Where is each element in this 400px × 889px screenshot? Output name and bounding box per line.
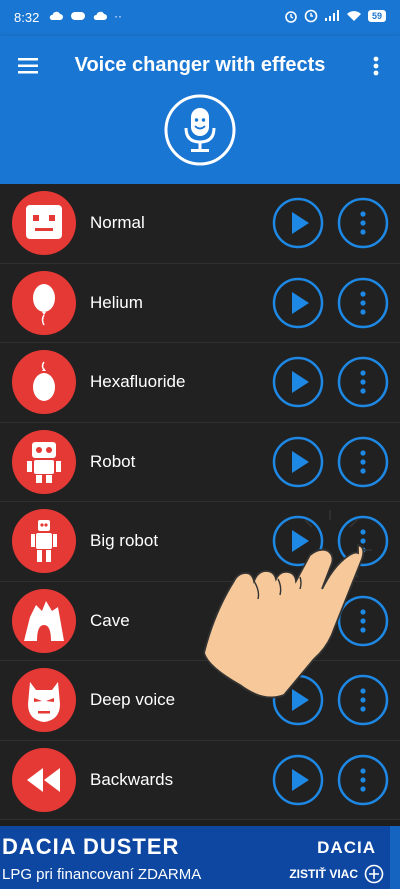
record-microphone-button[interactable] — [164, 94, 236, 166]
deep-voice-mask-icon — [12, 668, 76, 732]
play-button[interactable] — [272, 674, 324, 726]
normal-face-icon — [12, 191, 76, 255]
status-system-icons: 59 — [284, 9, 386, 23]
effect-row-big-robot[interactable]: Big robot — [0, 502, 400, 582]
status-notification-icons: ·· — [48, 9, 122, 23]
status-time: 8:32 — [14, 10, 40, 25]
effect-options-button[interactable] — [337, 515, 389, 567]
status-bar: 8:32 ·· 59 — [0, 0, 400, 36]
play-button[interactable] — [272, 754, 324, 806]
more-notifications-icon: ·· — [114, 9, 122, 23]
overflow-menu-icon[interactable] — [364, 50, 388, 82]
ad-brand-logo: DACIA — [317, 838, 376, 857]
ad-title: DACIA DUSTER — [2, 834, 180, 859]
cloud-icon — [93, 11, 107, 20]
effect-row-normal[interactable]: Normal — [0, 184, 400, 264]
play-button[interactable] — [272, 436, 324, 488]
effect-row-cave[interactable]: Cave — [0, 581, 400, 661]
effect-label: Hexafluoride — [90, 372, 186, 391]
gamepad-icon — [71, 12, 85, 20]
effect-options-button[interactable] — [337, 356, 389, 408]
app-bar: Voice changer with effects — [0, 36, 400, 184]
balloon-icon — [12, 270, 76, 335]
plus-circle-icon — [364, 864, 384, 884]
effect-label: Deep voice — [90, 690, 176, 709]
play-button[interactable] — [272, 595, 324, 647]
effect-label: Backwards — [90, 769, 174, 789]
effect-label: Robot — [90, 451, 136, 471]
ad-banner[interactable]: DACIA DUSTER LPG pri financovaní ZDARMA … — [0, 826, 400, 889]
cloud-icon — [49, 11, 63, 20]
effect-options-button[interactable] — [337, 674, 389, 726]
signal-icon — [324, 10, 339, 21]
rewind-icon — [12, 747, 76, 812]
effect-label: Big robot — [90, 531, 159, 550]
cave-icon — [12, 588, 76, 653]
ad-cta-button[interactable]: ZISTIŤ VIAC — [289, 864, 384, 884]
robot-icon — [12, 429, 76, 494]
effect-row-robot[interactable]: Robot — [0, 422, 400, 502]
effect-label: Normal — [90, 213, 145, 232]
ad-subtitle: LPG pri financovaní ZDARMA — [2, 866, 202, 883]
heavy-balloon-icon — [12, 350, 76, 414]
play-button[interactable] — [272, 356, 324, 408]
effect-options-button[interactable] — [337, 595, 389, 647]
ad-content[interactable]: DACIA DUSTER LPG pri financovaní ZDARMA … — [0, 826, 390, 889]
alarm-icon — [285, 11, 297, 23]
play-button[interactable] — [272, 197, 324, 249]
clock-icon — [304, 9, 318, 23]
effect-options-button[interactable] — [337, 277, 389, 329]
big-robot-icon — [12, 509, 76, 573]
effects-list[interactable]: Normal Helium Hexafluoride Robot Big rob… — [0, 184, 400, 826]
effect-options-button[interactable] — [337, 436, 389, 488]
play-button[interactable] — [272, 277, 324, 329]
effect-row-backwards[interactable]: Backwards — [0, 740, 400, 820]
effect-row-hexafluoride[interactable]: Hexafluoride — [0, 343, 400, 423]
effect-row-helium[interactable]: Helium — [0, 263, 400, 343]
play-button[interactable] — [272, 515, 324, 567]
effect-row-deep-voice[interactable]: Deep voice — [0, 661, 400, 741]
wifi-icon — [346, 11, 361, 21]
effect-options-button[interactable] — [337, 197, 389, 249]
battery-icon: 59 — [367, 10, 386, 22]
effect-label: Cave — [90, 610, 130, 630]
effect-label: Helium — [90, 292, 143, 312]
app-title: Voice changer with effects — [74, 54, 326, 76]
effect-options-button[interactable] — [337, 754, 389, 806]
ad-cta-label: ZISTIŤ VIAC — [289, 867, 358, 881]
